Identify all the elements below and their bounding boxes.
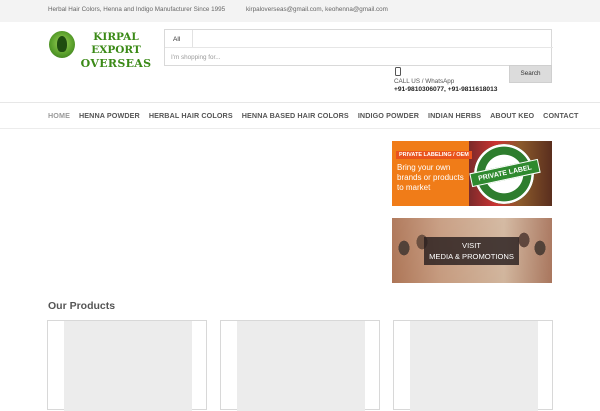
nav-item-about-keo[interactable]: ABOUT KEO bbox=[490, 111, 534, 121]
private-label-tag: PRIVATE LABELING / OEM bbox=[396, 151, 472, 159]
logo-line-2: OVERSEAS bbox=[80, 57, 152, 70]
phone-icon bbox=[395, 67, 401, 76]
phone-numbers[interactable]: +91-9810306077, +91-9811618013 bbox=[394, 86, 497, 93]
product-card[interactable] bbox=[393, 320, 553, 411]
nav-item-indian-herbs[interactable]: INDIAN HERBS bbox=[428, 111, 481, 121]
nav-item-indigo-powder[interactable]: INDIGO POWDER bbox=[358, 111, 419, 121]
nav-item-contact[interactable]: CONTACT bbox=[543, 111, 578, 121]
header-divider bbox=[0, 102, 600, 103]
product-card[interactable] bbox=[220, 320, 380, 411]
nav-item-henna-powder[interactable]: HENNA POWDER bbox=[79, 111, 140, 121]
private-label-text: Bring your own brands or products to mar… bbox=[397, 163, 464, 192]
search-input[interactable] bbox=[171, 50, 501, 64]
nav-item-herbal-hair-colors[interactable]: HERBAL HAIR COLORS bbox=[149, 111, 233, 121]
search-button[interactable]: Search bbox=[509, 65, 552, 83]
nav-divider bbox=[0, 128, 600, 129]
media-banner-line-2: MEDIA & PROMOTIONS bbox=[429, 252, 514, 261]
nav-item-home[interactable]: HOME bbox=[48, 111, 70, 121]
site-logo[interactable]: KIRPAL EXPORT OVERSEAS bbox=[49, 31, 152, 70]
media-banner-caption: VISIT MEDIA & PROMOTIONS bbox=[424, 237, 519, 265]
logo-emblem-icon bbox=[49, 31, 75, 58]
contact-emails[interactable]: kirpaloverseas@gmail.com, keohenna@gmail… bbox=[246, 6, 388, 13]
call-us-label: CALL US / WhatsApp bbox=[394, 78, 455, 85]
product-card[interactable] bbox=[47, 320, 207, 411]
logo-text: KIRPAL EXPORT OVERSEAS bbox=[79, 31, 153, 70]
product-image bbox=[237, 321, 365, 411]
category-select[interactable]: All bbox=[165, 30, 193, 47]
site-tagline: Herbal Hair Colors, Henna and Indigo Man… bbox=[48, 6, 226, 13]
product-image bbox=[64, 321, 192, 411]
top-info-bar: Herbal Hair Colors, Henna and Indigo Man… bbox=[0, 0, 600, 22]
search-box: All bbox=[164, 29, 553, 66]
main-nav: HOME HENNA POWDER HERBAL HAIR COLORS HEN… bbox=[48, 111, 587, 121]
nav-item-henna-based-hair-colors[interactable]: HENNA BASED HAIR COLORS bbox=[242, 111, 349, 121]
logo-line-1: KIRPAL EXPORT bbox=[91, 31, 141, 56]
section-title-products: Our Products bbox=[48, 300, 116, 312]
private-label-banner[interactable]: PRIVATE LABELING / OEM Bring your own br… bbox=[392, 141, 552, 206]
media-banner-line-1: VISIT bbox=[462, 241, 481, 250]
media-promotions-banner[interactable]: VISIT MEDIA & PROMOTIONS bbox=[392, 218, 552, 283]
product-image bbox=[410, 321, 538, 411]
